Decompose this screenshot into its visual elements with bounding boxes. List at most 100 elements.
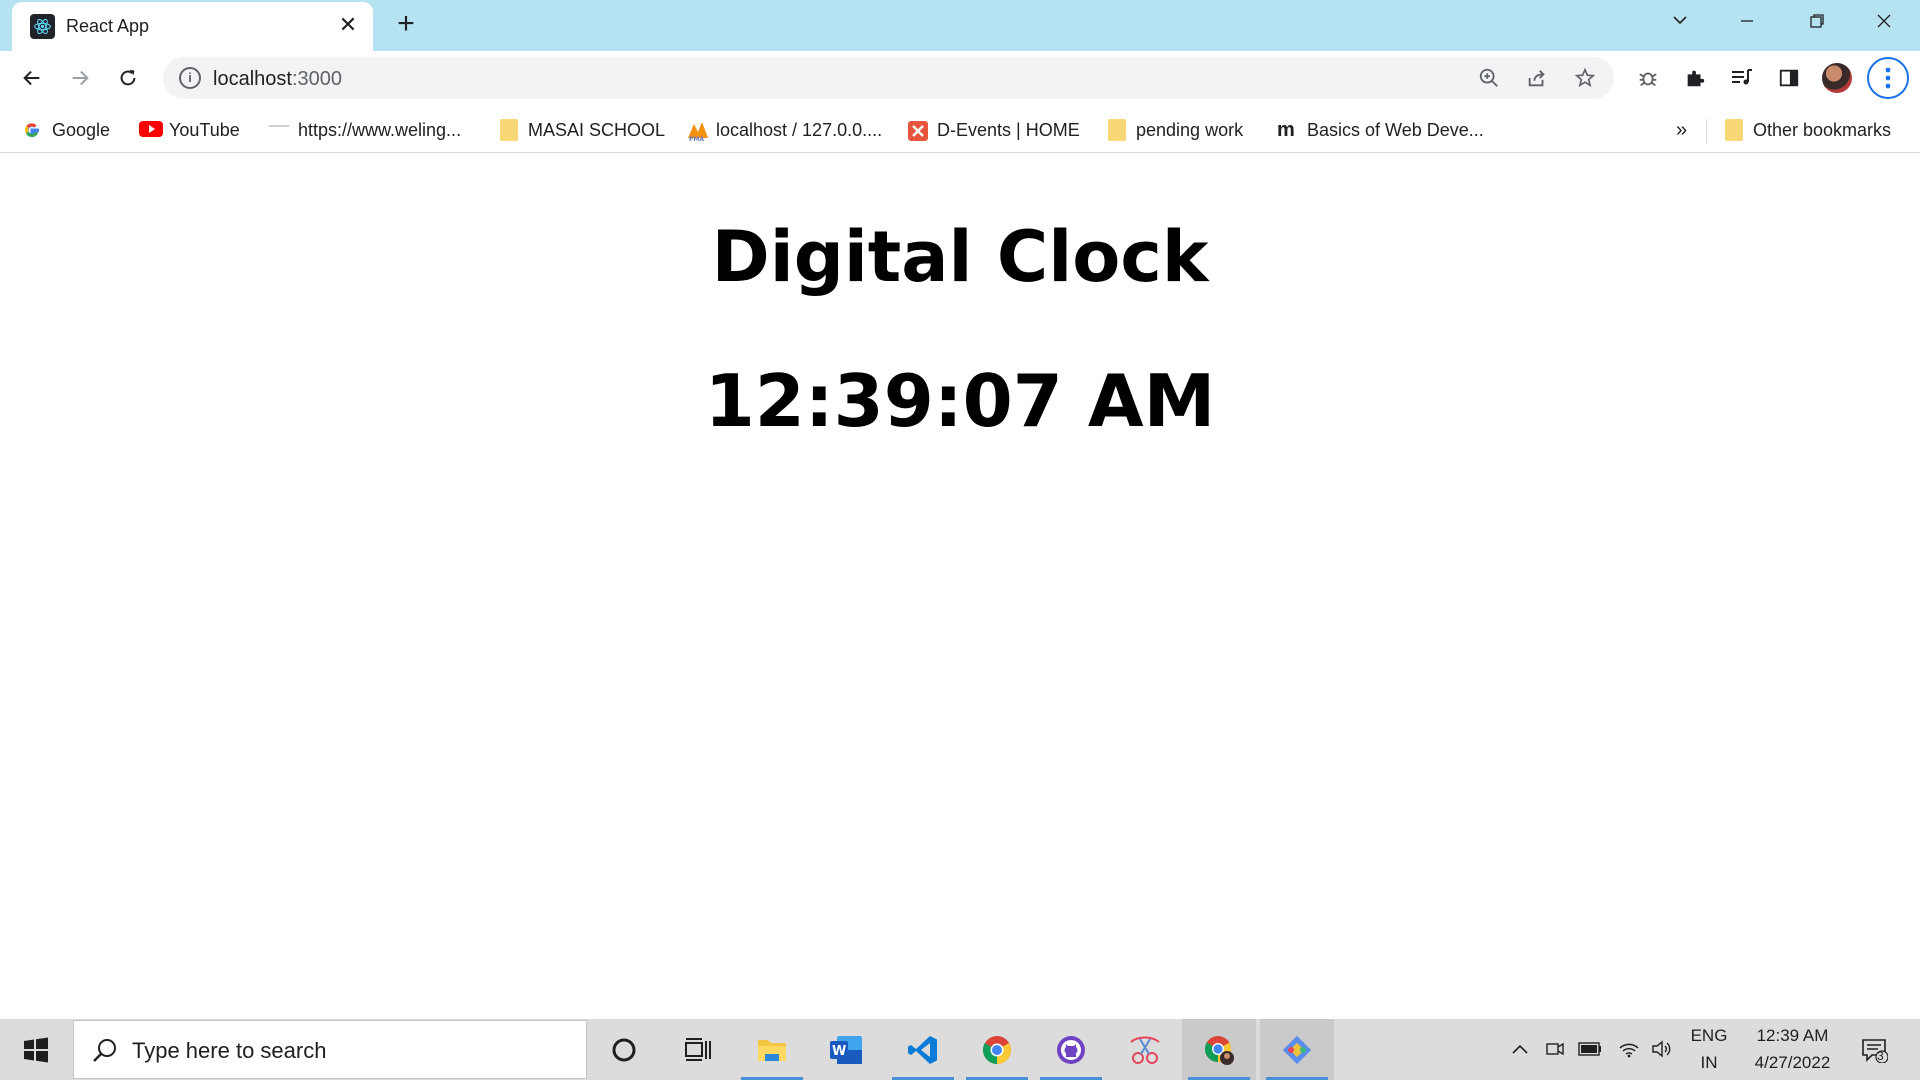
- d-events-icon: [907, 120, 928, 141]
- bookmark-label: MASAI SCHOOL: [528, 119, 666, 140]
- folder-icon: [500, 119, 518, 141]
- bookmark-basics-web-dev[interactable]: m Basics of Web Deve...: [1277, 116, 1484, 144]
- search-icon: [92, 1037, 118, 1068]
- bookmark-label: Basics of Web Deve...: [1307, 119, 1484, 140]
- bookmark-masai-school[interactable]: MASAI SCHOOL: [500, 116, 665, 144]
- bookmarks-overflow-button[interactable]: »: [1676, 116, 1687, 144]
- taskbar-vscode[interactable]: [886, 1019, 960, 1080]
- region-code: IN: [1700, 1053, 1718, 1072]
- snipping-tool-icon: [1130, 1036, 1160, 1064]
- youtube-icon: [139, 120, 163, 140]
- git-icon: [1282, 1035, 1312, 1064]
- bookmark-star-icon[interactable]: [1573, 66, 1597, 90]
- folder-icon: [1108, 119, 1126, 141]
- profile-avatar[interactable]: [1821, 62, 1853, 94]
- digital-clock-time: 12:39:07 AM: [704, 359, 1216, 443]
- bookmark-label: YouTube: [169, 119, 240, 140]
- svg-text:PMA: PMA: [689, 136, 704, 142]
- task-view-icon: [685, 1037, 711, 1061]
- bookmark-label: D-Events | HOME: [937, 119, 1080, 140]
- volume-icon[interactable]: [1650, 1037, 1674, 1061]
- search-placeholder: Type here to search: [132, 1038, 327, 1063]
- bookmark-welingkar[interactable]: https://www.weling...: [268, 116, 461, 144]
- chrome-icon: [983, 1035, 1011, 1064]
- bookmark-pending-work[interactable]: pending work: [1108, 116, 1243, 144]
- back-button[interactable]: [16, 62, 48, 94]
- tab-strip: React App ✕ +: [0, 0, 1920, 51]
- start-button[interactable]: [0, 1019, 72, 1080]
- notification-count-badge: 3: [1877, 1049, 1884, 1063]
- react-icon: [30, 14, 55, 39]
- bookmark-localhost-phpmyadmin[interactable]: PMA localhost / 127.0.0....: [686, 116, 882, 144]
- share-icon[interactable]: [1525, 66, 1549, 90]
- medium-icon: m: [1277, 119, 1295, 141]
- taskbar-clock[interactable]: 12:39 AM 4/27/2022: [1740, 1022, 1845, 1076]
- taskbar-git[interactable]: [1260, 1019, 1334, 1080]
- chrome-menu-button[interactable]: [1867, 57, 1909, 99]
- bookmark-youtube[interactable]: YouTube: [139, 116, 240, 144]
- reload-button[interactable]: [112, 62, 144, 94]
- cortana-button[interactable]: [587, 1019, 661, 1080]
- task-view-button[interactable]: [661, 1019, 735, 1080]
- page-content: Digital Clock 12:39:07 AM: [0, 154, 1920, 1019]
- other-bookmarks-label: Other bookmarks: [1753, 119, 1892, 140]
- address-bar[interactable]: i localhost:3000: [163, 57, 1614, 99]
- minimize-button[interactable]: [1729, 8, 1765, 38]
- folder-icon: [1725, 119, 1743, 141]
- tab-search-icon[interactable]: [1662, 8, 1698, 38]
- bookmark-google[interactable]: Google: [22, 116, 110, 144]
- site-icon: [268, 120, 289, 140]
- url-text: localhost:3000: [213, 68, 342, 90]
- tab-react-app[interactable]: React App ✕: [12, 2, 373, 51]
- taskbar-snipping-tool[interactable]: [1108, 1019, 1182, 1080]
- new-tab-button[interactable]: +: [390, 9, 422, 41]
- word-icon: W: [830, 1035, 862, 1064]
- side-panel-icon[interactable]: [1773, 62, 1805, 94]
- bookmark-label: https://www.weling...: [298, 119, 462, 140]
- page-title: Digital Clock: [711, 216, 1209, 298]
- taskbar-chrome[interactable]: [960, 1019, 1034, 1080]
- browser-window: React App ✕ + i localhost:3000 Google Yo…: [0, 0, 1920, 1019]
- cortana-icon: [612, 1038, 636, 1061]
- github-desktop-icon: [1057, 1035, 1085, 1064]
- notification-center-icon[interactable]: 3: [1858, 1035, 1890, 1065]
- bookmarks-bar: Google YouTube https://www.weling... MAS…: [0, 109, 1920, 153]
- close-window-button[interactable]: [1866, 8, 1902, 38]
- media-queue-icon[interactable]: [1726, 62, 1758, 94]
- bookmarks-divider: [1706, 119, 1707, 143]
- restore-button[interactable]: [1799, 8, 1835, 38]
- meet-now-icon[interactable]: [1543, 1037, 1567, 1061]
- extension-bug-icon[interactable]: [1632, 62, 1664, 94]
- forward-button[interactable]: [64, 62, 96, 94]
- bookmark-d-events[interactable]: D-Events | HOME: [907, 116, 1080, 144]
- taskbar-file-explorer[interactable]: [735, 1019, 809, 1080]
- language-code: ENG: [1690, 1026, 1728, 1045]
- taskbar-time: 12:39 AM: [1756, 1026, 1829, 1045]
- bookmark-label: pending work: [1136, 119, 1244, 140]
- taskbar-search-input[interactable]: Type here to search: [73, 1020, 587, 1079]
- extensions-puzzle-icon[interactable]: [1679, 62, 1711, 94]
- vscode-icon: [908, 1035, 937, 1064]
- taskbar-date: 4/27/2022: [1754, 1053, 1831, 1072]
- windows-taskbar: Type here to search W ENG IN 12:39 AM 4/…: [0, 1019, 1920, 1080]
- show-hidden-icons-chevron-up-icon[interactable]: [1508, 1037, 1532, 1061]
- phpmyadmin-icon: PMA: [686, 120, 708, 143]
- taskbar-word[interactable]: W: [809, 1019, 883, 1080]
- wifi-icon[interactable]: [1617, 1037, 1641, 1061]
- site-info-icon[interactable]: i: [179, 67, 201, 89]
- bookmark-label: Google: [52, 119, 111, 140]
- chevron-double-right-icon: »: [1676, 118, 1688, 141]
- tab-close-icon[interactable]: ✕: [334, 11, 362, 39]
- taskbar-github-desktop[interactable]: [1034, 1019, 1108, 1080]
- file-explorer-icon: [758, 1039, 786, 1061]
- other-bookmarks-folder[interactable]: Other bookmarks: [1725, 116, 1891, 144]
- svg-text:W: W: [832, 1044, 846, 1059]
- tab-title: React App: [66, 16, 150, 36]
- windows-logo-icon: [24, 1037, 48, 1062]
- taskbar-chrome-profile[interactable]: [1182, 1019, 1256, 1080]
- zoom-icon[interactable]: [1477, 66, 1501, 90]
- input-language-indicator[interactable]: ENG IN: [1685, 1022, 1733, 1076]
- battery-icon[interactable]: [1578, 1037, 1602, 1061]
- google-icon: [22, 120, 42, 140]
- bookmark-label: localhost / 127.0.0....: [716, 119, 883, 140]
